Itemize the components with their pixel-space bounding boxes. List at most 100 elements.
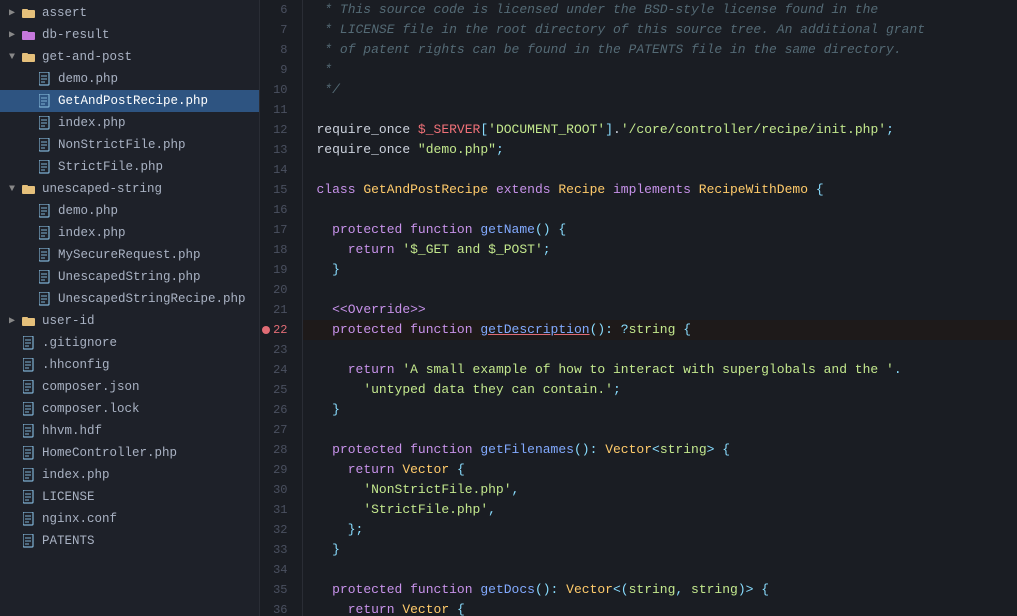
line-32-content: }; [302,520,1017,540]
sidebar-item-LICENSE[interactable]: LICENSE [0,486,259,508]
sidebar-item-MySecureRequest.php[interactable]: MySecureRequest.php [0,244,259,266]
line-33-content: } [302,540,1017,560]
sidebar-label-demo.php-1: demo.php [58,72,259,86]
file-icon [20,534,38,548]
line-27: 27 [260,420,302,440]
sidebar-label-composer.json: composer.json [42,380,259,394]
line-12: 12 [260,120,302,140]
line-23: 23 [260,340,302,360]
line-29-content: return Vector { [302,460,1017,480]
line-11: 11 [260,100,302,120]
sidebar-label-StrictFile.php: StrictFile.php [58,160,259,174]
sidebar-item-StrictFile.php[interactable]: StrictFile.php [0,156,259,178]
line-17: 17 [260,220,302,240]
sidebar-label-PATENTS: PATENTS [42,534,259,548]
line-27-content [302,420,1017,440]
line-6: 6 [260,0,302,20]
tree-arrow-unescaped-string: ▼ [4,184,20,195]
sidebar-item-nginx.conf[interactable]: nginx.conf [0,508,259,530]
sidebar-item-.gitignore[interactable]: .gitignore [0,332,259,354]
line-31: 31 [260,500,302,520]
line-9-content: * [302,60,1017,80]
file-tree[interactable]: ▶assert▶db-result▼get-and-postdemo.phpGe… [0,0,260,616]
tree-arrow-user-id: ▶ [4,315,20,327]
file-icon [20,402,38,416]
line-35-content: protected function getDocs(): Vector<(st… [302,580,1017,600]
line-33: 33 [260,540,302,560]
sidebar-item-index.php-2[interactable]: index.php [0,222,259,244]
line-24: 24 [260,360,302,380]
sidebar-item-get-and-post[interactable]: ▼get-and-post [0,46,259,68]
line-19-content: } [302,260,1017,280]
line-28: 28 [260,440,302,460]
line-30: 30 [260,480,302,500]
line-11-content [302,100,1017,120]
file-icon [36,116,54,130]
sidebar-item-NonStrictFile.php[interactable]: NonStrictFile.php [0,134,259,156]
folder-icon [20,28,38,42]
file-icon [36,160,54,174]
sidebar-item-index.php-1[interactable]: index.php [0,112,259,134]
file-icon [20,446,38,460]
sidebar-item-composer.json[interactable]: composer.json [0,376,259,398]
sidebar-item-.hhconfig[interactable]: .hhconfig [0,354,259,376]
line-10-content: */ [302,80,1017,100]
file-icon [36,138,54,152]
line-12-content: require_once $_SERVER['DOCUMENT_ROOT'].'… [302,120,1017,140]
sidebar-label-get-and-post: get-and-post [42,50,259,64]
line-13-content: require_once "demo.php"; [302,140,1017,160]
sidebar-item-db-result[interactable]: ▶db-result [0,24,259,46]
line-32: 32 [260,520,302,540]
folder-icon [20,50,38,64]
file-icon [20,380,38,394]
sidebar-label-HomeController.php: HomeController.php [42,446,259,460]
file-icon [20,336,38,350]
sidebar-item-HomeController.php[interactable]: HomeController.php [0,442,259,464]
line-30-content: 'NonStrictFile.php', [302,480,1017,500]
sidebar-label-index.php-1: index.php [58,116,259,130]
line-15-content: class GetAndPostRecipe extends Recipe im… [302,180,1017,200]
sidebar-label-index.php-3: index.php [42,468,259,482]
sidebar-item-hhvm.hdf[interactable]: hhvm.hdf [0,420,259,442]
folder-icon [20,6,38,20]
line-24-content: return 'A small example of how to intera… [302,360,1017,380]
line-28-content: protected function getFilenames(): Vecto… [302,440,1017,460]
file-icon [20,490,38,504]
sidebar-item-user-id[interactable]: ▶user-id [0,310,259,332]
sidebar-item-demo.php-2[interactable]: demo.php [0,200,259,222]
sidebar-label-nginx.conf: nginx.conf [42,512,259,526]
line-8-content: * of patent rights can be found in the P… [302,40,1017,60]
line-16-content [302,200,1017,220]
sidebar-label-demo.php-2: demo.php [58,204,259,218]
line-20-content [302,280,1017,300]
sidebar-item-composer.lock[interactable]: composer.lock [0,398,259,420]
line-35: 35 [260,580,302,600]
line-18: 18 [260,240,302,260]
line-20: 20 [260,280,302,300]
sidebar-item-GetAndPostRecipe.php[interactable]: GetAndPostRecipe.php [0,90,259,112]
file-icon [36,292,54,306]
sidebar-label-NonStrictFile.php: NonStrictFile.php [58,138,259,152]
sidebar-label-index.php-2: index.php [58,226,259,240]
sidebar-label-LICENSE: LICENSE [42,490,259,504]
file-icon [36,248,54,262]
sidebar-item-demo.php-1[interactable]: demo.php [0,68,259,90]
tree-arrow-assert: ▶ [4,7,20,19]
line-17-content: protected function getName() { [302,220,1017,240]
line-23-content [302,340,1017,360]
file-icon [36,204,54,218]
sidebar-item-index.php-3[interactable]: index.php [0,464,259,486]
line-36: 36 [260,600,302,616]
line-14: 14 [260,160,302,180]
code-table: 6 * This source code is licensed under t… [260,0,1017,616]
sidebar-item-UnescapedStringRecipe.php[interactable]: UnescapedStringRecipe.php [0,288,259,310]
line-25-content: 'untyped data they can contain.'; [302,380,1017,400]
sidebar-item-unescaped-string[interactable]: ▼unescaped-string [0,178,259,200]
line-9: 9 [260,60,302,80]
sidebar-item-PATENTS[interactable]: PATENTS [0,530,259,552]
line-15: 15 [260,180,302,200]
sidebar-item-assert[interactable]: ▶assert [0,2,259,24]
file-icon [20,468,38,482]
line-31-content: 'StrictFile.php', [302,500,1017,520]
sidebar-item-UnescapedString.php[interactable]: UnescapedString.php [0,266,259,288]
